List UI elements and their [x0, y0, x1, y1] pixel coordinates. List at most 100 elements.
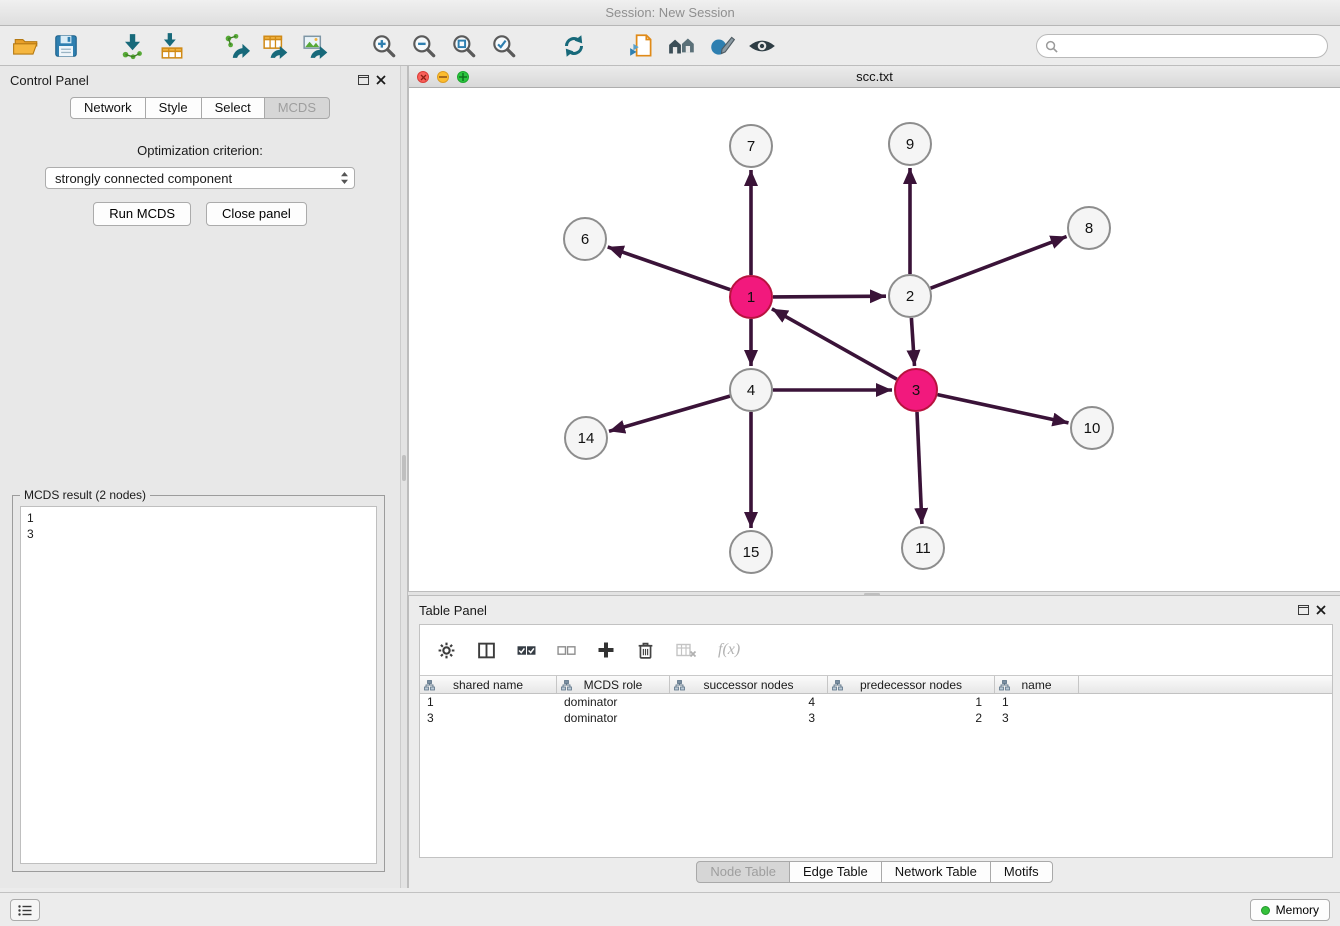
- export-image-button[interactable]: [296, 29, 336, 63]
- graph-node-label: 2: [906, 288, 914, 305]
- column-tree-icon: [832, 680, 843, 691]
- tab-node-table[interactable]: Node Table: [696, 861, 790, 883]
- close-panel-button[interactable]: [372, 71, 390, 89]
- graph-edge-1-6[interactable]: [608, 247, 731, 290]
- column-header-name[interactable]: name: [995, 676, 1079, 693]
- run-mcds-button[interactable]: Run MCDS: [93, 202, 191, 226]
- table-row[interactable]: 1dominator411: [420, 694, 1332, 710]
- save-icon: [52, 32, 80, 60]
- network-canvas[interactable]: 7 9 6 8 1 2 4 3 14 10 15 11: [409, 88, 1340, 591]
- window-titlebar[interactable]: Session: New Session: [0, 0, 1340, 26]
- memory-button[interactable]: Memory: [1250, 899, 1330, 921]
- graph-edge-1-2[interactable]: [773, 296, 886, 297]
- graph-node-15[interactable]: 15: [730, 531, 772, 573]
- graph-edge-3-10[interactable]: [938, 395, 1069, 423]
- graph-node-label: 14: [578, 430, 595, 447]
- search-input[interactable]: [1063, 39, 1319, 54]
- plus-icon: [597, 641, 615, 659]
- zoom-in-button[interactable]: [364, 29, 404, 63]
- tab-network[interactable]: Network: [70, 97, 146, 119]
- tab-mcds[interactable]: MCDS: [264, 97, 330, 119]
- column-header-successor-nodes[interactable]: successor nodes: [670, 676, 828, 693]
- graph-node-label: 10: [1084, 420, 1101, 437]
- fx-icon: f(x): [718, 641, 740, 659]
- refresh-layout-button[interactable]: [554, 29, 594, 63]
- table-settings-button[interactable]: [437, 638, 456, 662]
- search-box[interactable]: [1036, 34, 1328, 58]
- zoom-window-icon[interactable]: [457, 71, 469, 83]
- first-neighbors-button[interactable]: [662, 29, 702, 63]
- unselect-all-columns-button[interactable]: [557, 638, 576, 662]
- zoom-fit-button[interactable]: [444, 29, 484, 63]
- eye-icon: [747, 32, 777, 60]
- graph-node-4[interactable]: 4: [730, 369, 772, 411]
- import-table-button[interactable]: [152, 29, 192, 63]
- open-file-button[interactable]: [6, 29, 46, 63]
- network-window-titlebar[interactable]: scc.txt: [409, 66, 1340, 88]
- export-table-button[interactable]: [256, 29, 296, 63]
- splitter-handle[interactable]: [402, 455, 406, 481]
- graph-edge-4-14[interactable]: [609, 396, 730, 431]
- vertical-splitter[interactable]: [400, 66, 408, 888]
- float-panel-button[interactable]: [354, 71, 372, 89]
- graph-node-9[interactable]: 9: [889, 123, 931, 165]
- create-column-button[interactable]: [597, 638, 615, 662]
- graph-node-7[interactable]: 7: [730, 125, 772, 167]
- cell-name: 3: [995, 711, 1079, 725]
- mcds-result-list[interactable]: 13: [20, 506, 377, 864]
- select-all-columns-button[interactable]: [517, 638, 536, 662]
- close-panel-action-button[interactable]: Close panel: [206, 202, 307, 226]
- tab-select[interactable]: Select: [201, 97, 265, 119]
- cell-mcds-role: dominator: [557, 711, 670, 725]
- show-hide-button[interactable]: [742, 29, 782, 63]
- column-header-mcds-role[interactable]: MCDS role: [557, 676, 670, 693]
- graph-node-10[interactable]: 10: [1071, 407, 1113, 449]
- column-tree-icon: [674, 680, 685, 691]
- close-window-icon[interactable]: [417, 71, 429, 83]
- close-table-panel-button[interactable]: [1312, 601, 1330, 619]
- graph-node-1[interactable]: 1: [730, 276, 772, 318]
- network-graph-svg[interactable]: 7 9 6 8 1 2 4 3 14 10 15 11: [409, 88, 1340, 591]
- column-header-filler: [1079, 676, 1332, 693]
- graph-edge-2-3[interactable]: [911, 318, 914, 366]
- paint-style-button[interactable]: [702, 29, 742, 63]
- float-table-panel-button[interactable]: [1294, 601, 1312, 619]
- graph-node-label: 9: [906, 136, 914, 153]
- graph-node-14[interactable]: 14: [565, 417, 607, 459]
- column-header-predecessor-nodes[interactable]: predecessor nodes: [828, 676, 995, 693]
- delete-column-button[interactable]: [636, 638, 655, 662]
- select-all-icon: [517, 641, 536, 660]
- close-icon: [1316, 605, 1326, 615]
- column-header-shared-name[interactable]: shared name: [420, 676, 557, 693]
- minimize-window-icon[interactable]: [437, 71, 449, 83]
- graph-edge-3-1[interactable]: [772, 309, 897, 379]
- table-panel-header: Table Panel: [409, 596, 1340, 624]
- graph-node-2[interactable]: 2: [889, 275, 931, 317]
- graph-node-6[interactable]: 6: [564, 218, 606, 260]
- cell-predecessor-nodes: 1: [828, 695, 995, 709]
- graph-node-8[interactable]: 8: [1068, 207, 1110, 249]
- save-session-button[interactable]: [46, 29, 86, 63]
- graph-edge-3-11[interactable]: [917, 412, 922, 524]
- import-network-button[interactable]: [112, 29, 152, 63]
- criterion-dropdown[interactable]: strongly connected component: [45, 167, 355, 189]
- cell-shared-name: 3: [420, 711, 557, 725]
- graph-edge-2-8[interactable]: [931, 237, 1067, 289]
- control-panel-header: Control Panel: [0, 66, 400, 94]
- tab-edge-table[interactable]: Edge Table: [789, 861, 882, 883]
- table-row[interactable]: 3dominator323: [420, 710, 1332, 726]
- table-header-row: shared name MCDS role successor nodesprede…: [420, 675, 1332, 694]
- copy-document-icon: [628, 32, 656, 60]
- graph-node-3[interactable]: 3: [895, 369, 937, 411]
- copy-view-button[interactable]: [622, 29, 662, 63]
- zoom-selected-button[interactable]: [484, 29, 524, 63]
- tab-motifs[interactable]: Motifs: [990, 861, 1053, 883]
- task-history-button[interactable]: [10, 899, 40, 921]
- zoom-out-button[interactable]: [404, 29, 444, 63]
- tab-network-table[interactable]: Network Table: [881, 861, 991, 883]
- tab-style[interactable]: Style: [145, 97, 202, 119]
- show-columns-button[interactable]: [477, 638, 496, 662]
- graph-node-11[interactable]: 11: [902, 527, 944, 569]
- column-header-label: MCDS role: [584, 678, 643, 692]
- export-network-button[interactable]: [216, 29, 256, 63]
